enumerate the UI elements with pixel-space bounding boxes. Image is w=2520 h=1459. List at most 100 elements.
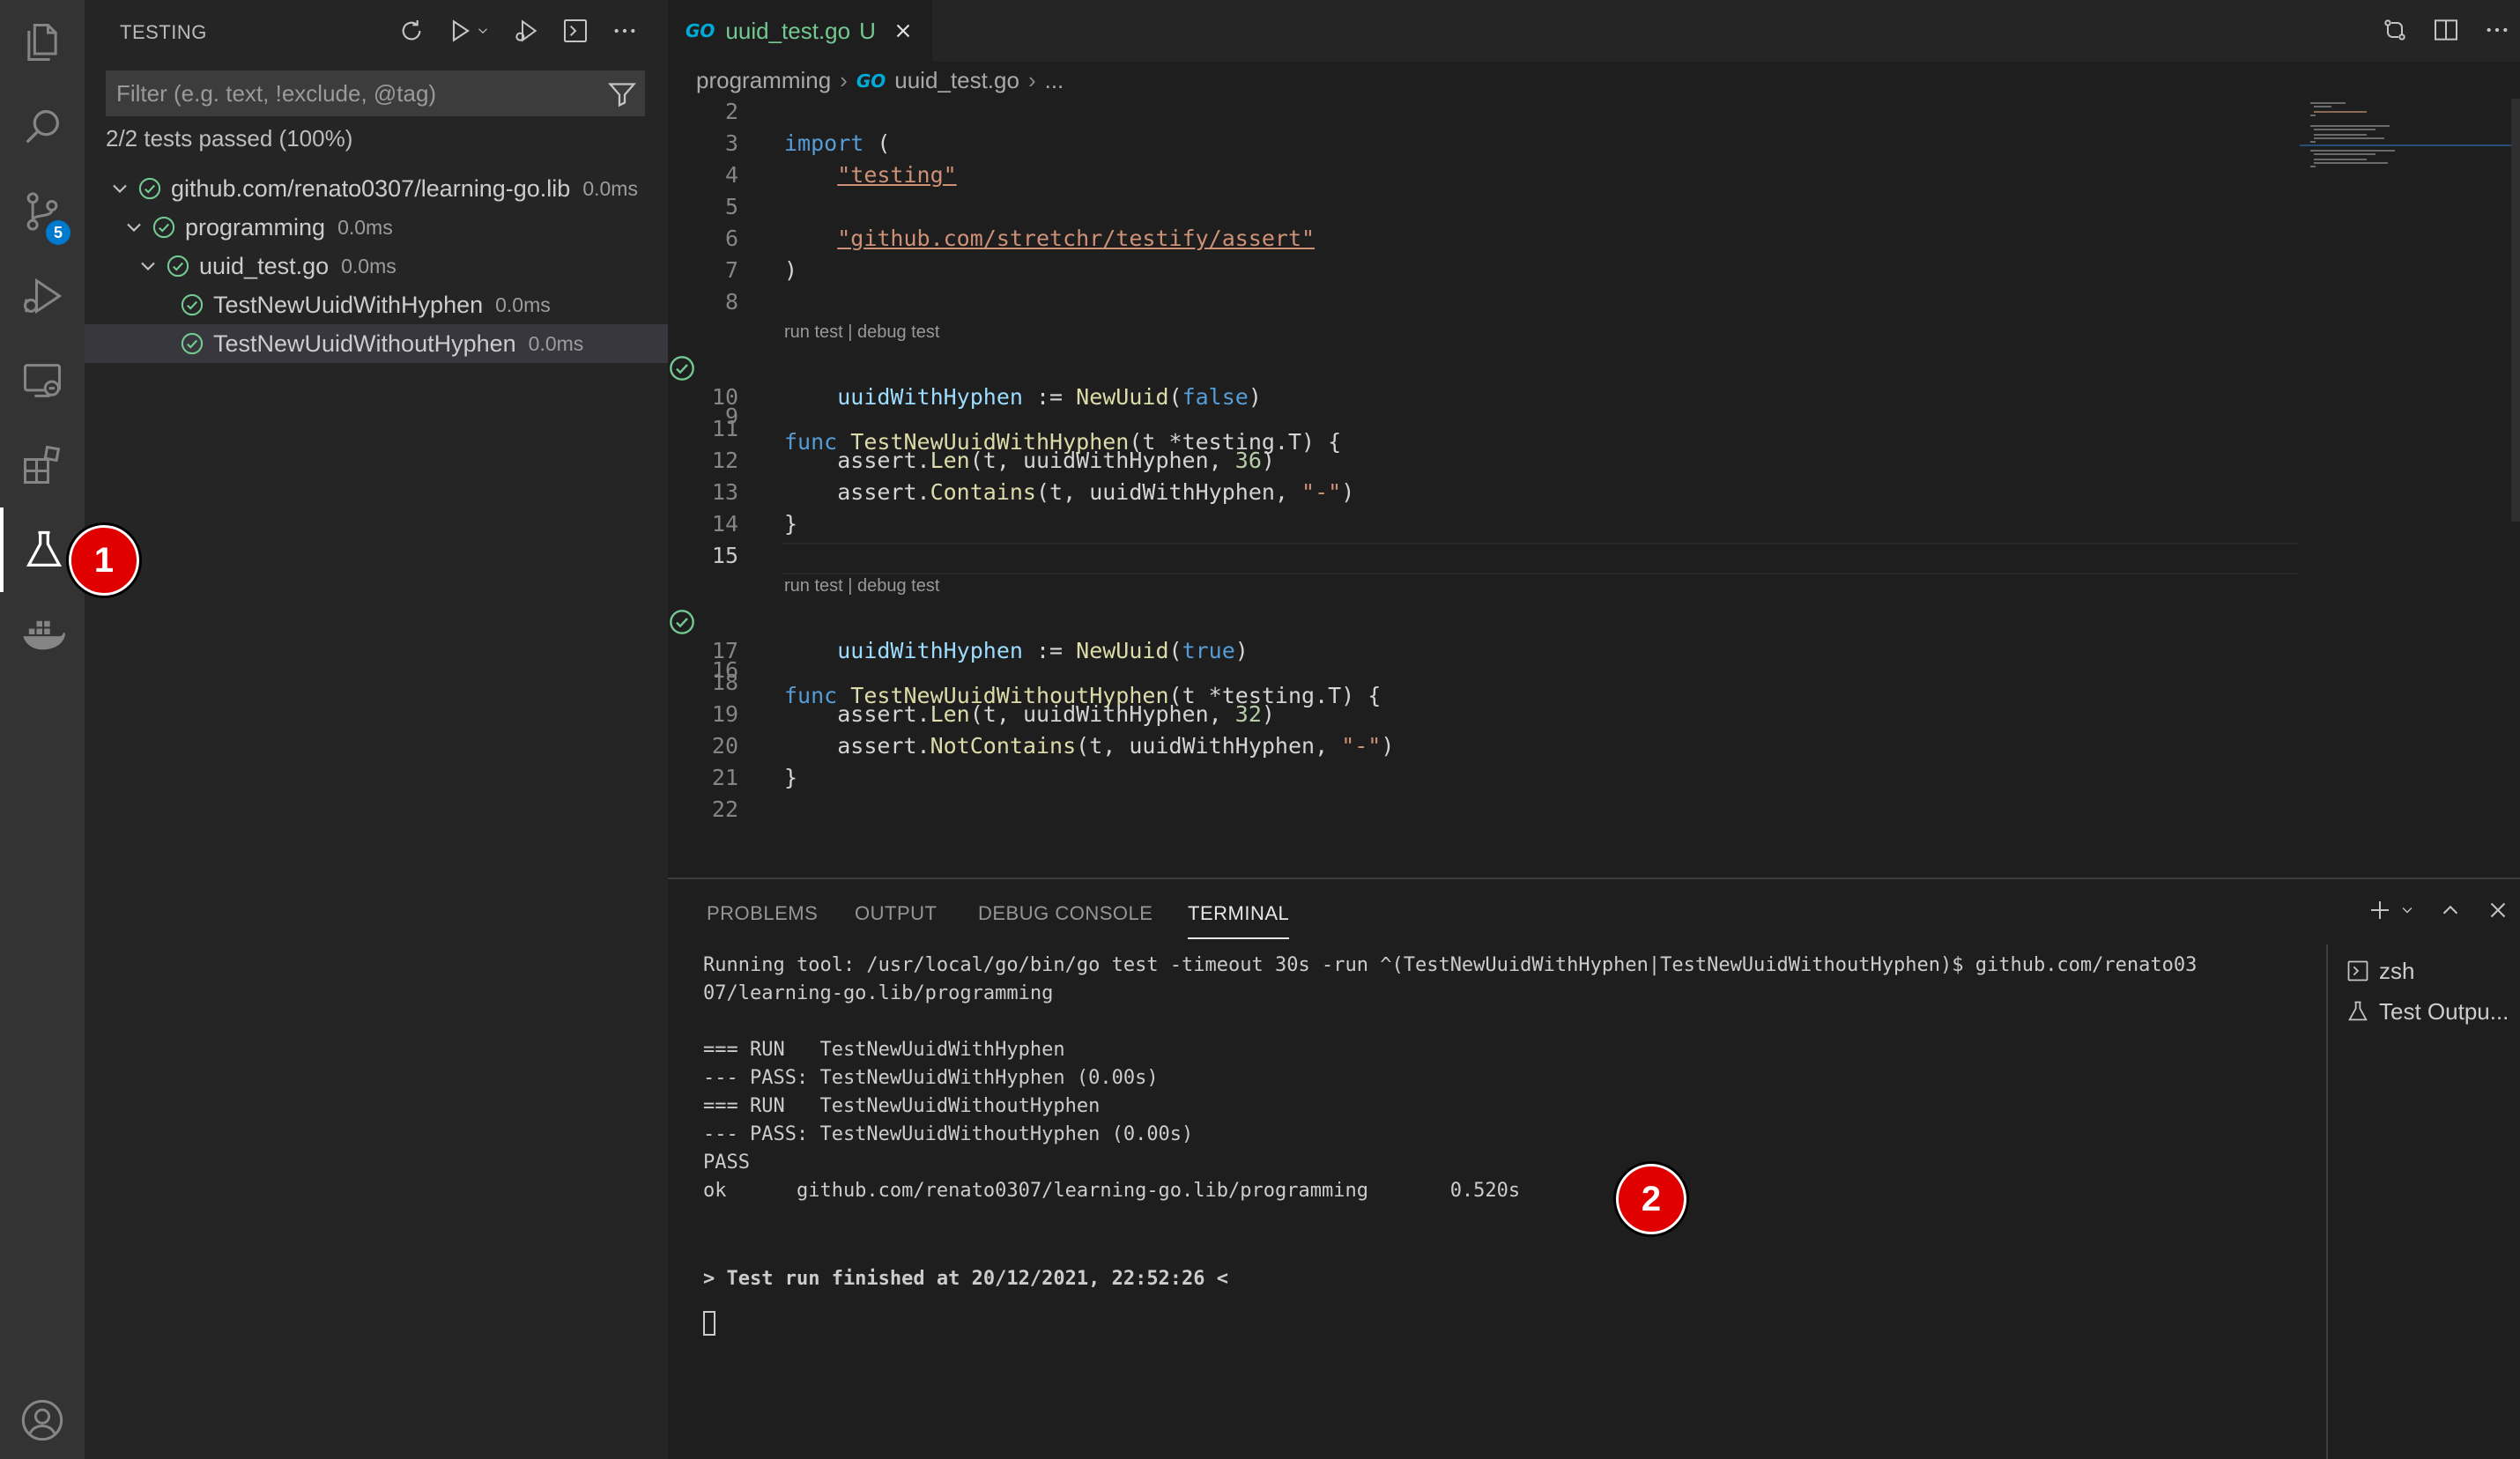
import-path-link[interactable]: "github.com/stretchr/testify/assert"	[837, 226, 1315, 251]
minimap[interactable]	[2300, 99, 2511, 187]
terminal-blank	[703, 1233, 2104, 1262]
tree-item-label: github.com/renato0307/learning-go.lib	[171, 174, 571, 202]
punct: (	[863, 130, 891, 156]
terminal-icon	[564, 19, 587, 42]
ellipsis-icon	[614, 28, 635, 33]
run-tests-button[interactable]	[444, 14, 493, 48]
function-call: Len	[930, 448, 970, 473]
breadcrumb-folder[interactable]: programming	[696, 67, 831, 94]
beaker-icon	[2348, 1001, 2368, 1021]
new-terminal-icon[interactable]	[2367, 897, 2393, 923]
code-line: 6 "github.com/stretchr/testify/assert"	[668, 226, 2307, 257]
tree-item-file[interactable]: uuid_test.go 0.0ms	[85, 247, 668, 285]
run-debug-icon	[23, 278, 63, 315]
split-editor-icon[interactable]	[2432, 16, 2460, 44]
chevron-down-icon[interactable]	[122, 215, 146, 240]
refresh-tests-button[interactable]	[395, 14, 428, 48]
close-icon[interactable]	[2485, 897, 2511, 923]
terminal-item-test-output[interactable]: Test Outpu...	[2346, 994, 2509, 1029]
code-line: 8	[668, 289, 2307, 321]
function-call: NotContains	[930, 733, 1077, 759]
editor-scrollbar[interactable]	[2511, 99, 2520, 522]
function-call: Contains	[930, 479, 1036, 505]
more-actions-button[interactable]	[608, 14, 641, 48]
remote-explorer-button[interactable]	[0, 338, 85, 423]
code-area[interactable]: 2 3 import ( 4 "testing" 5 6 "github.com/…	[668, 99, 2307, 878]
code-line: 3 import (	[668, 130, 2307, 162]
import-path-link[interactable]: "testing"	[837, 162, 956, 188]
variable: uuidWithHyphen	[837, 638, 1023, 663]
punct: }	[784, 511, 798, 537]
source-control-button[interactable]: 5	[0, 169, 85, 254]
chevron-down-icon[interactable]	[136, 254, 160, 278]
search-icon	[26, 110, 59, 144]
panel-actions	[2367, 897, 2511, 923]
tab-debug-console[interactable]: DEBUG CONSOLE	[978, 902, 1153, 925]
run-debug-button[interactable]	[0, 254, 85, 338]
debug-icon	[515, 19, 537, 42]
function-call: NewUuid	[1076, 638, 1169, 663]
extensions-button[interactable]	[0, 423, 85, 507]
number: 32	[1234, 701, 1262, 727]
test-passed-gutter-icon[interactable]	[668, 608, 696, 636]
breadcrumb-file[interactable]: uuid_test.go	[894, 67, 1019, 94]
tree-item-label: programming	[185, 213, 326, 241]
source-control-badge: 5	[46, 220, 70, 245]
codelens-run-debug[interactable]: run test | debug test	[784, 322, 939, 343]
close-icon[interactable]	[892, 19, 915, 42]
pass-check-icon	[181, 332, 204, 355]
variable: uuidWithHyphen	[837, 384, 1023, 410]
code-line: 10 uuidWithHyphen := NewUuid(false)	[668, 384, 2307, 416]
terminal-item-label: Test Outpu...	[2379, 997, 2509, 1025]
terminal-list: zsh Test Outpu...	[2326, 944, 2520, 1459]
editor-tab[interactable]: GO uuid_test.go U	[668, 0, 932, 62]
line-number: 6	[724, 226, 738, 251]
tab-terminal[interactable]: TERMINAL	[1188, 902, 1290, 939]
tab-filename: uuid_test.go	[725, 17, 851, 44]
line-number: 22	[711, 796, 738, 822]
line-number: 11	[711, 416, 738, 441]
docker-button[interactable]	[0, 592, 85, 677]
tab-output[interactable]: OUTPUT	[855, 902, 937, 925]
test-run-finished-line: > Test run finished at 20/12/2021, 22:52…	[703, 1268, 1229, 1290]
go-file-icon: GO	[686, 20, 715, 41]
code-line: 16 func TestNewUuidWithoutHyphen(t *test…	[668, 606, 2307, 708]
show-output-button[interactable]	[559, 14, 592, 48]
ellipsis-icon[interactable]	[2483, 16, 2511, 44]
tree-item-duration: 0.0ms	[495, 293, 551, 316]
maximize-panel-icon[interactable]	[2437, 897, 2464, 923]
tree-item-test[interactable]: TestNewUuidWithHyphen 0.0ms	[85, 285, 668, 324]
chevron-down-icon[interactable]	[107, 176, 132, 201]
breadcrumb-more[interactable]: ...	[1045, 67, 1064, 94]
function-call: NewUuid	[1076, 384, 1169, 410]
terminal-output[interactable]: Running tool: /usr/local/go/bin/go test …	[703, 952, 2198, 1337]
filter-icon[interactable]	[606, 78, 638, 109]
search-button[interactable]	[0, 85, 85, 169]
tree-item-module[interactable]: github.com/renato0307/learning-go.lib 0.…	[85, 169, 668, 208]
code-line: 20 assert.NotContains(t, uuidWithHyphen,…	[668, 733, 2307, 765]
tree-item-test[interactable]: TestNewUuidWithoutHyphen 0.0ms	[85, 324, 668, 363]
callout-marker: 1	[69, 525, 139, 596]
compare-changes-icon[interactable]	[2381, 16, 2409, 44]
chevron-down-icon	[478, 28, 487, 34]
test-filter-input[interactable]	[116, 79, 592, 107]
pass-check-icon	[181, 293, 204, 316]
chevron-down-icon[interactable]	[2398, 901, 2416, 919]
tab-problems[interactable]: PROBLEMS	[707, 902, 818, 925]
accounts-button[interactable]	[0, 1378, 85, 1459]
code-line: 17 uuidWithHyphen := NewUuid(true)	[668, 638, 2307, 670]
tree-item-package[interactable]: programming 0.0ms	[85, 208, 668, 247]
code-line: 12 assert.Len(t, uuidWithHyphen, 36)	[668, 448, 2307, 479]
terminal-line: === RUN TestNewUuidWithHyphen	[703, 1039, 1065, 1061]
punct: :=	[1022, 638, 1077, 663]
editor-tab-bar: GO uuid_test.go U	[668, 0, 2520, 62]
debug-tests-button[interactable]	[509, 14, 543, 48]
explorer-button[interactable]	[0, 0, 85, 85]
literal: true	[1182, 638, 1235, 663]
test-passed-gutter-icon[interactable]	[668, 354, 696, 382]
codelens-run-debug[interactable]: run test | debug test	[784, 576, 939, 596]
terminal-item-zsh[interactable]: zsh	[2346, 953, 2414, 989]
terminal-line: Running tool: /usr/local/go/bin/go test …	[703, 954, 2198, 976]
extensions-icon	[23, 445, 61, 485]
